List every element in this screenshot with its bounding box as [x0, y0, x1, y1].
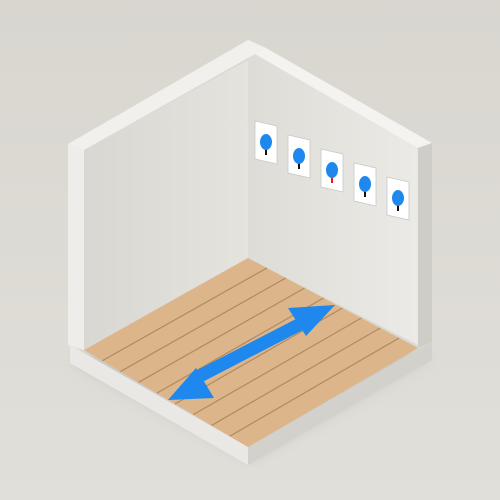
wall-card-2 — [287, 134, 311, 179]
tree-canopy — [359, 176, 371, 192]
tree-canopy — [260, 134, 272, 150]
tree-canopy — [326, 162, 338, 178]
isometric-room-scene — [0, 0, 500, 500]
wall-card-3 — [320, 148, 344, 193]
tree-canopy — [293, 148, 305, 164]
wall-card-1 — [254, 120, 278, 165]
wall-card-4 — [353, 162, 377, 207]
left-wall-front-edge — [68, 144, 84, 350]
wall-card-5 — [386, 176, 410, 221]
tree-canopy — [392, 190, 404, 206]
back-wall-side-edge — [418, 143, 432, 348]
